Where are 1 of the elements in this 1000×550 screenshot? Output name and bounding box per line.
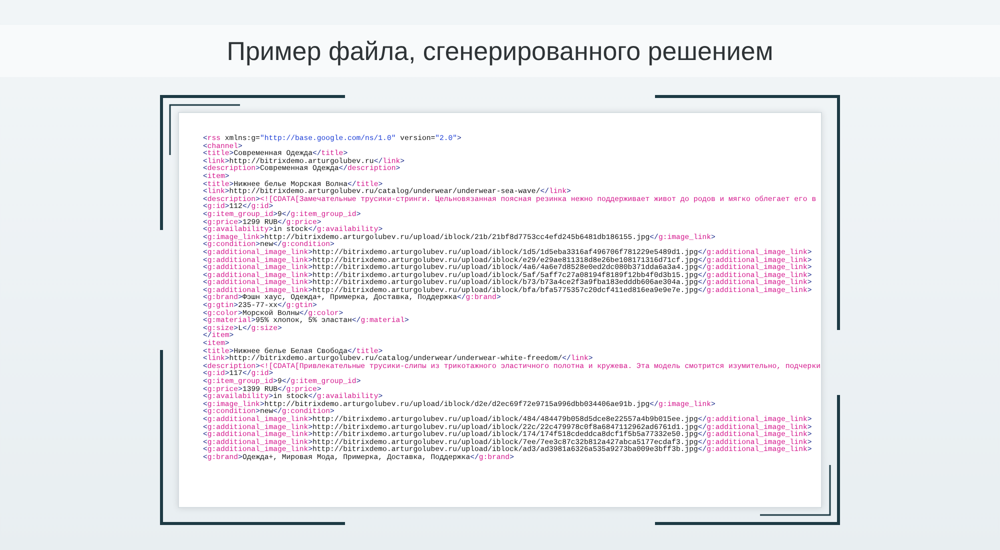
page-heading: Пример файла, сгенерированного решением — [226, 36, 774, 66]
